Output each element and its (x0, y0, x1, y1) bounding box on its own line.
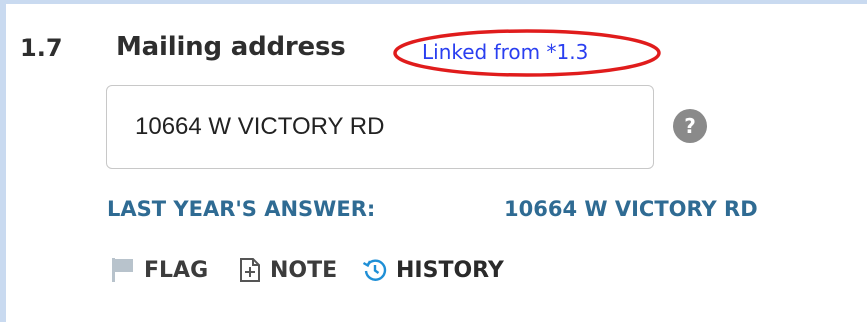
note-button[interactable]: NOTE (238, 250, 337, 290)
question-panel: 1.7 Mailing address Linked from *1.3 ? L… (0, 0, 867, 322)
mailing-address-input[interactable] (106, 85, 654, 169)
last-year-value[interactable]: 10664 W VICTORY RD (504, 197, 758, 221)
help-icon[interactable]: ? (673, 109, 707, 143)
linked-from-link[interactable]: Linked from *1.3 (422, 40, 588, 64)
flag-label: FLAG (144, 257, 209, 283)
flag-icon (112, 258, 133, 282)
last-year-label: LAST YEAR'S ANSWER: (107, 197, 376, 221)
linked-annotation: Linked from *1.3 (392, 28, 662, 78)
note-label: NOTE (270, 257, 338, 283)
question-title: Mailing address (116, 32, 346, 62)
history-button[interactable]: HISTORY (362, 250, 504, 290)
note-plus-icon (240, 258, 260, 282)
question-number: 1.7 (20, 34, 63, 62)
flag-button[interactable]: FLAG (110, 250, 208, 290)
history-label: HISTORY (396, 257, 504, 283)
history-clock-icon (362, 259, 387, 281)
